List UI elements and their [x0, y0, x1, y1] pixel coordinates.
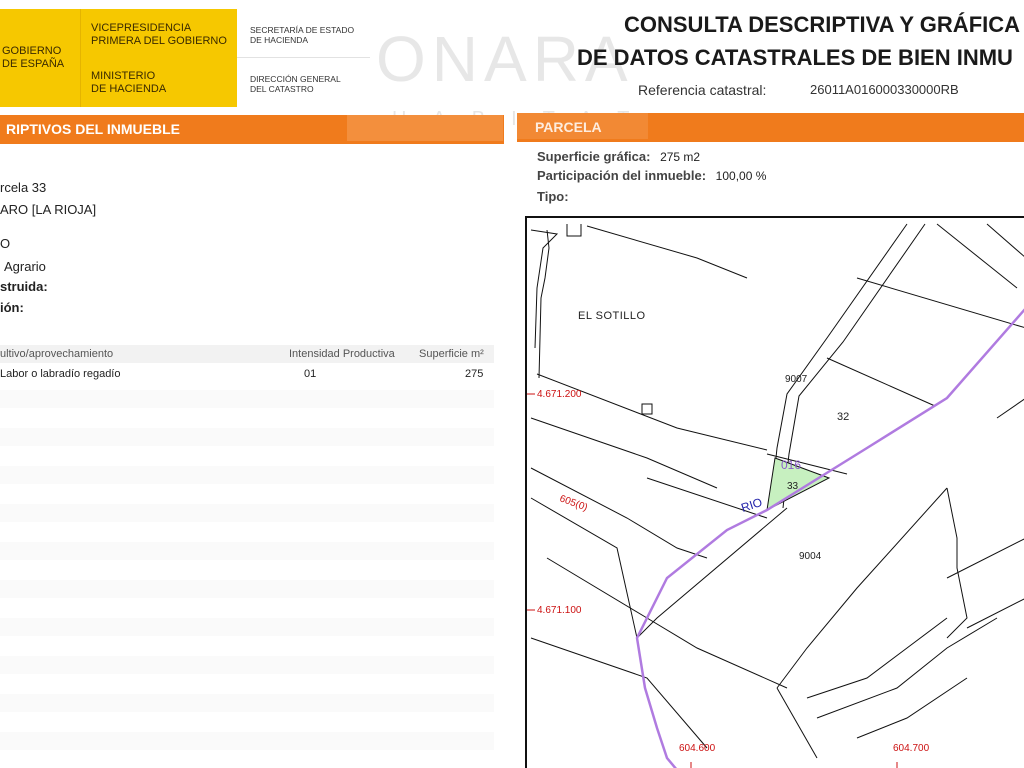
empty-row-band: [0, 428, 494, 446]
vicepresidencia: VICEPRESIDENCIA PRIMERA DEL GOBIERNO: [91, 22, 227, 48]
th-cultivo: ultivo/aprovechamiento: [0, 348, 114, 360]
field-clase: O: [0, 236, 11, 251]
gov-divider: [80, 9, 81, 107]
participacion-label: Participación del inmueble:: [537, 168, 707, 183]
empty-row-band: [0, 390, 494, 408]
field-parcela: rcela 33: [0, 180, 47, 195]
td-superficie: 275: [465, 368, 484, 380]
bar-fade: [347, 115, 503, 141]
tipo-label: Tipo:: [537, 189, 569, 204]
field-superficie-construida: struida:: [0, 279, 48, 294]
field-uso: Agrario: [4, 259, 46, 274]
descriptive-bar-underline: [0, 141, 504, 144]
building-icon: [641, 403, 653, 415]
empty-row-band: [0, 618, 494, 636]
parcel-label-9007: 9007: [785, 374, 808, 385]
parcel-label-32: 32: [837, 411, 850, 423]
polygon-label: 016: [781, 458, 802, 472]
field-construccion: ión:: [0, 300, 24, 315]
gov-line1: GOBIERNO: [2, 45, 62, 57]
parcel-label-9004: 9004: [799, 551, 822, 562]
vice-line1: VICEPRESIDENCIA: [91, 22, 192, 34]
bar-fade: [517, 113, 648, 139]
direccion-general: DIRECCIÓN GENERAL DEL CATASTRO: [250, 74, 341, 94]
gov-name: GOBIERNO DE ESPAÑA: [2, 45, 64, 71]
empty-row-band: [0, 580, 494, 598]
ref-label: Referencia catastral:: [638, 82, 767, 98]
th-intensidad: Intensidad Productiva: [289, 348, 395, 360]
field-municipio: ARO [LA RIOJA]: [0, 202, 97, 217]
td-cultivo: Labor o labradío regadío: [0, 368, 121, 380]
sec-divider: [237, 57, 370, 58]
parcela-bar-underline: [517, 139, 1024, 142]
coord-label: 604.600: [679, 743, 716, 754]
ministerio: MINISTERIO DE HACIENDA: [91, 70, 166, 96]
empty-row-band: [0, 466, 494, 484]
sec-line1: SECRETARÍA DE ESTADO: [250, 25, 355, 35]
descriptive-section-title: RIPTIVOS DEL INMUEBLE: [6, 121, 180, 137]
empty-row-band: [0, 656, 494, 674]
dir-line2: DEL CATASTRO: [250, 84, 314, 94]
superficie-row: Superficie gráfica: 275 m2: [537, 149, 700, 164]
min-line1: MINISTERIO: [91, 70, 156, 82]
superficie-value: 275 m2: [660, 150, 701, 164]
page-title-line1: CONSULTA DESCRIPTIVA Y GRÁFICA: [624, 12, 1021, 37]
dir-line1: DIRECCIÓN GENERAL: [250, 74, 341, 84]
coord-ticks: [527, 393, 898, 768]
coord-label: 4.671.100: [537, 605, 582, 616]
river-line: [635, 308, 1024, 768]
participacion-value: 100,00 %: [715, 169, 767, 183]
cadastral-map[interactable]: EL SOTILLO RIO 9007 32 33 9004 016 4.671…: [525, 216, 1024, 768]
coord-label: 604.700: [893, 743, 930, 754]
map-svg: [527, 223, 1024, 768]
superficie-label: Superficie gráfica:: [537, 149, 651, 164]
empty-row-band: [0, 504, 494, 522]
table-row: Labor o labradío regadío 01 275: [0, 364, 494, 384]
secretaria: SECRETARÍA DE ESTADO DE HACIENDA: [250, 25, 354, 45]
th-superficie: Superficie m²: [419, 348, 484, 360]
empty-row-band: [0, 542, 494, 560]
sec-line2: DE HACIENDA: [250, 35, 309, 45]
td-intensidad: 01: [304, 368, 317, 380]
vice-line2: PRIMERA DEL GOBIERNO: [91, 35, 227, 47]
coord-label: 4.671.200: [537, 389, 582, 400]
page-title-line2: DE DATOS CATASTRALES DE BIEN INMU: [577, 45, 1013, 70]
parcel-label-33: 33: [787, 481, 799, 492]
min-line2: DE HACIENDA: [91, 83, 167, 95]
empty-row-band: [0, 732, 494, 750]
empty-row-band: [0, 694, 494, 712]
place-name: EL SOTILLO: [578, 310, 646, 322]
gov-line2: DE ESPAÑA: [2, 58, 65, 70]
participacion-row: Participación del inmueble: 100,00 %: [537, 168, 766, 183]
ref-value: 26011A016000330000RB: [810, 82, 959, 97]
